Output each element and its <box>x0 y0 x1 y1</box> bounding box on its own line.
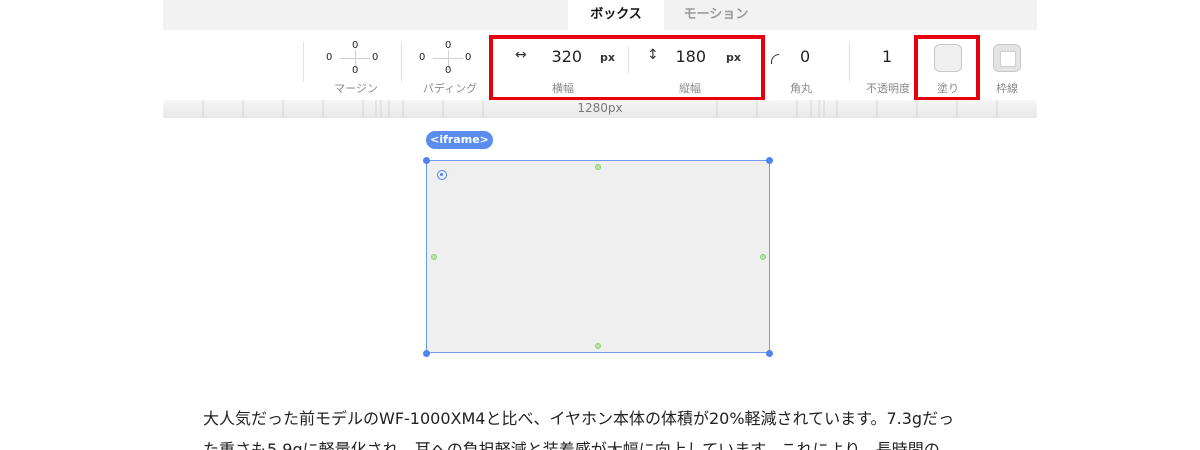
ruler: 1280px <box>163 100 1037 118</box>
article-text-line: 大人気だった前モデルのWF-1000XM4と比べ、イヤホン本体の体積が20%軽減… <box>203 409 955 428</box>
width-label: 横幅 <box>552 82 574 95</box>
height-unit[interactable]: px <box>726 51 741 64</box>
padding-label: パディング <box>422 82 478 95</box>
margin-left-value[interactable]: 0 <box>326 52 332 63</box>
divider <box>401 42 402 82</box>
padding-handle-bottom[interactable] <box>595 343 601 349</box>
width-unit[interactable]: px <box>600 51 615 64</box>
padding-control[interactable]: 0 0 0 0 <box>419 38 479 78</box>
target-icon[interactable] <box>437 170 447 180</box>
element-type-badge[interactable]: <iframe> <box>426 131 493 149</box>
margin-bottom-value[interactable]: 0 <box>352 65 358 76</box>
padding-top-value[interactable]: 0 <box>445 40 451 51</box>
tab-bar: ボックス モーション <box>163 0 1037 30</box>
tab-motion[interactable]: モーション <box>666 0 766 30</box>
border-swatch[interactable] <box>993 44 1021 72</box>
box-toolbar: 0 0 0 0 マージン 0 0 0 0 パディング ↔ 320 px 横幅 ↕… <box>163 30 1037 100</box>
border-label: 枠線 <box>996 82 1018 95</box>
opacity-input[interactable]: 1 <box>882 47 892 66</box>
resize-handle-top-left[interactable] <box>423 157 430 164</box>
padding-right-value[interactable]: 0 <box>465 52 471 63</box>
iframe-element[interactable] <box>426 160 770 353</box>
padding-bottom-value[interactable]: 0 <box>445 65 451 76</box>
height-label: 縦幅 <box>679 82 701 95</box>
height-input[interactable]: 180 <box>646 47 706 66</box>
margin-label: マージン <box>334 82 378 95</box>
padding-handle-left[interactable] <box>431 254 437 260</box>
opacity-label: 不透明度 <box>866 82 910 95</box>
resize-handle-bottom-right[interactable] <box>766 350 773 357</box>
resize-handle-top-right[interactable] <box>766 157 773 164</box>
corner-radius-label: 角丸 <box>790 82 812 95</box>
tab-box[interactable]: ボックス <box>568 0 664 30</box>
width-input[interactable]: 320 <box>522 47 582 66</box>
ruler-width-label: 1280px <box>577 101 623 115</box>
fill-swatch[interactable] <box>934 44 962 72</box>
margin-right-value[interactable]: 0 <box>372 52 378 63</box>
fill-label: 塗り <box>937 82 959 95</box>
divider <box>914 42 915 82</box>
divider <box>849 42 850 82</box>
resize-handle-bottom-left[interactable] <box>423 350 430 357</box>
padding-handle-right[interactable] <box>760 254 766 260</box>
padding-handle-top[interactable] <box>595 164 601 170</box>
margin-top-value[interactable]: 0 <box>352 40 358 51</box>
padding-left-value[interactable]: 0 <box>419 52 425 63</box>
corner-radius-input[interactable]: 0 <box>800 47 810 66</box>
article-text-line: た重さも5.9gに軽量化され、耳への負担軽減と装着感が大幅に向上しています。これ… <box>203 440 940 450</box>
divider <box>303 42 304 82</box>
divider <box>628 46 629 74</box>
margin-control[interactable]: 0 0 0 0 <box>326 38 386 78</box>
corner-radius-icon <box>771 54 779 64</box>
